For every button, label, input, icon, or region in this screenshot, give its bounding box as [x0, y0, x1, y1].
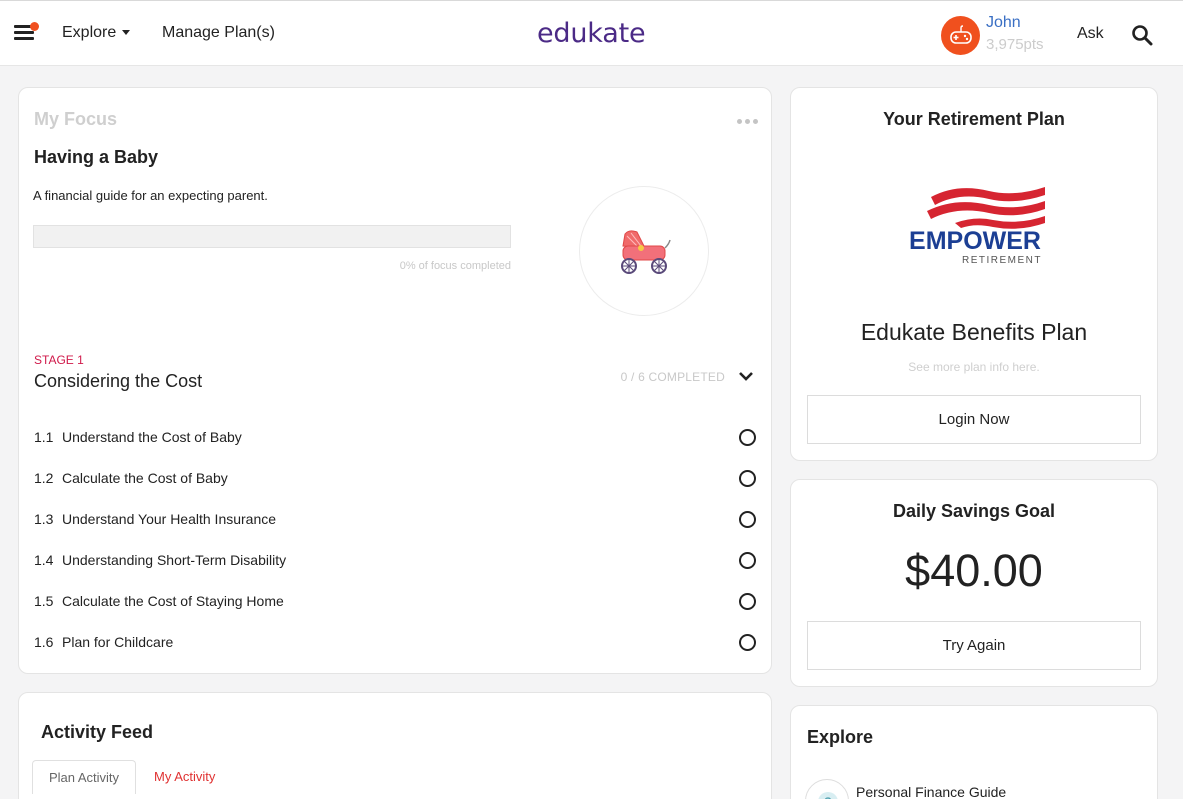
svg-text:RETIREMENT: RETIREMENT — [962, 255, 1042, 266]
retirement-plan-title: Your Retirement Plan — [883, 109, 1065, 129]
task-checkbox[interactable] — [739, 470, 756, 487]
task-label: Calculate the Cost of Staying Home — [62, 593, 284, 609]
explore-label: Explore — [62, 24, 117, 41]
task-label: Understand the Cost of Baby — [62, 429, 242, 445]
task-checkbox[interactable] — [739, 429, 756, 446]
focus-progress-bar — [33, 225, 511, 248]
task-label: Plan for Childcare — [62, 634, 174, 650]
task-checkbox[interactable] — [739, 511, 756, 528]
tab-my-activity[interactable]: My Activity — [154, 760, 215, 794]
tab-plan-activity[interactable]: Plan Activity — [32, 760, 136, 794]
task-row[interactable]: 1.1 Understand the Cost of Baby — [19, 416, 771, 457]
stage-completed-count: 0 / 6 COMPLETED — [620, 370, 725, 384]
task-number: 1.6 — [34, 634, 54, 650]
activity-feed-title: Activity Feed — [41, 722, 154, 742]
explore-menu[interactable]: Explore — [62, 24, 131, 42]
user-points: 3,975pts — [986, 36, 1044, 53]
progress-text: 0% of focus completed — [399, 260, 511, 272]
task-row[interactable]: 1.6 Plan for Childcare — [19, 621, 771, 662]
task-row[interactable]: 1.4 Understanding Short-Term Disability — [19, 539, 771, 580]
task-label: Calculate the Cost of Baby — [62, 470, 228, 486]
manage-plans-link[interactable]: Manage Plan(s) — [162, 24, 275, 42]
activity-feed-card: Activity Feed Plan Activity My Activity — [18, 692, 772, 799]
my-focus-card: My Focus Having a Baby A financial guide… — [18, 87, 772, 674]
task-number: 1.3 — [34, 511, 54, 527]
login-now-button[interactable]: Login Now — [807, 395, 1141, 444]
finance-guide-link[interactable]: Personal Finance Guide — [856, 784, 1006, 799]
edukate-logo[interactable]: edukate — [537, 18, 646, 49]
task-row[interactable]: 1.2 Calculate the Cost of Baby — [19, 457, 771, 498]
explore-card: Explore $ Personal Finance Guide — [790, 705, 1158, 799]
avatar[interactable] — [941, 16, 980, 55]
finance-guide-icon: $ — [805, 779, 849, 799]
savings-title: Daily Savings Goal — [892, 501, 1056, 521]
task-number: 1.2 — [34, 470, 54, 486]
daily-savings-card: Daily Savings Goal $40.00 Try Again — [790, 479, 1158, 687]
retirement-plan-card: Your Retirement Plan EMPOWER RETIREMENT … — [790, 87, 1158, 461]
focus-icon-circle — [579, 186, 709, 316]
stroller-icon — [621, 230, 671, 274]
task-checkbox[interactable] — [739, 593, 756, 610]
task-number: 1.4 — [34, 552, 54, 568]
game-controller-icon — [949, 24, 972, 44]
task-label: Understanding Short-Term Disability — [62, 552, 287, 568]
user-name[interactable]: John — [986, 14, 1021, 32]
task-checkbox[interactable] — [739, 552, 756, 569]
try-again-button[interactable]: Try Again — [807, 621, 1141, 670]
more-options-icon[interactable] — [737, 117, 759, 125]
empower-logo: EMPOWER RETIREMENT — [895, 185, 1055, 269]
plan-name: Edukate Benefits Plan — [860, 319, 1088, 345]
task-label: Understand Your Health Insurance — [62, 511, 277, 527]
explore-title: Explore — [807, 727, 874, 747]
section-label: My Focus — [34, 109, 118, 129]
task-row[interactable]: 1.3 Understand Your Health Insurance — [19, 498, 771, 539]
plan-info-link[interactable]: See more plan info here. — [791, 360, 1157, 374]
svg-text:EMPOWER: EMPOWER — [909, 227, 1041, 255]
task-checkbox[interactable] — [739, 634, 756, 651]
chevron-down-icon — [122, 30, 131, 36]
savings-amount: $40.00 — [905, 545, 1043, 596]
task-number: 1.5 — [34, 593, 54, 609]
task-number: 1.1 — [34, 429, 54, 445]
search-icon[interactable] — [1131, 24, 1153, 46]
focus-description: A financial guide for an expecting paren… — [33, 188, 268, 203]
notification-dot — [30, 22, 39, 31]
stage-title: Considering the Cost — [34, 371, 203, 391]
focus-title: Having a Baby — [34, 147, 159, 167]
chevron-down-icon[interactable] — [737, 369, 755, 383]
task-row[interactable]: 1.5 Calculate the Cost of Staying Home — [19, 580, 771, 621]
ask-link[interactable]: Ask — [1077, 25, 1104, 43]
stage-label: STAGE 1 — [34, 353, 84, 367]
top-nav-bar: Explore Manage Plan(s) edukate John 3,97… — [0, 0, 1183, 66]
